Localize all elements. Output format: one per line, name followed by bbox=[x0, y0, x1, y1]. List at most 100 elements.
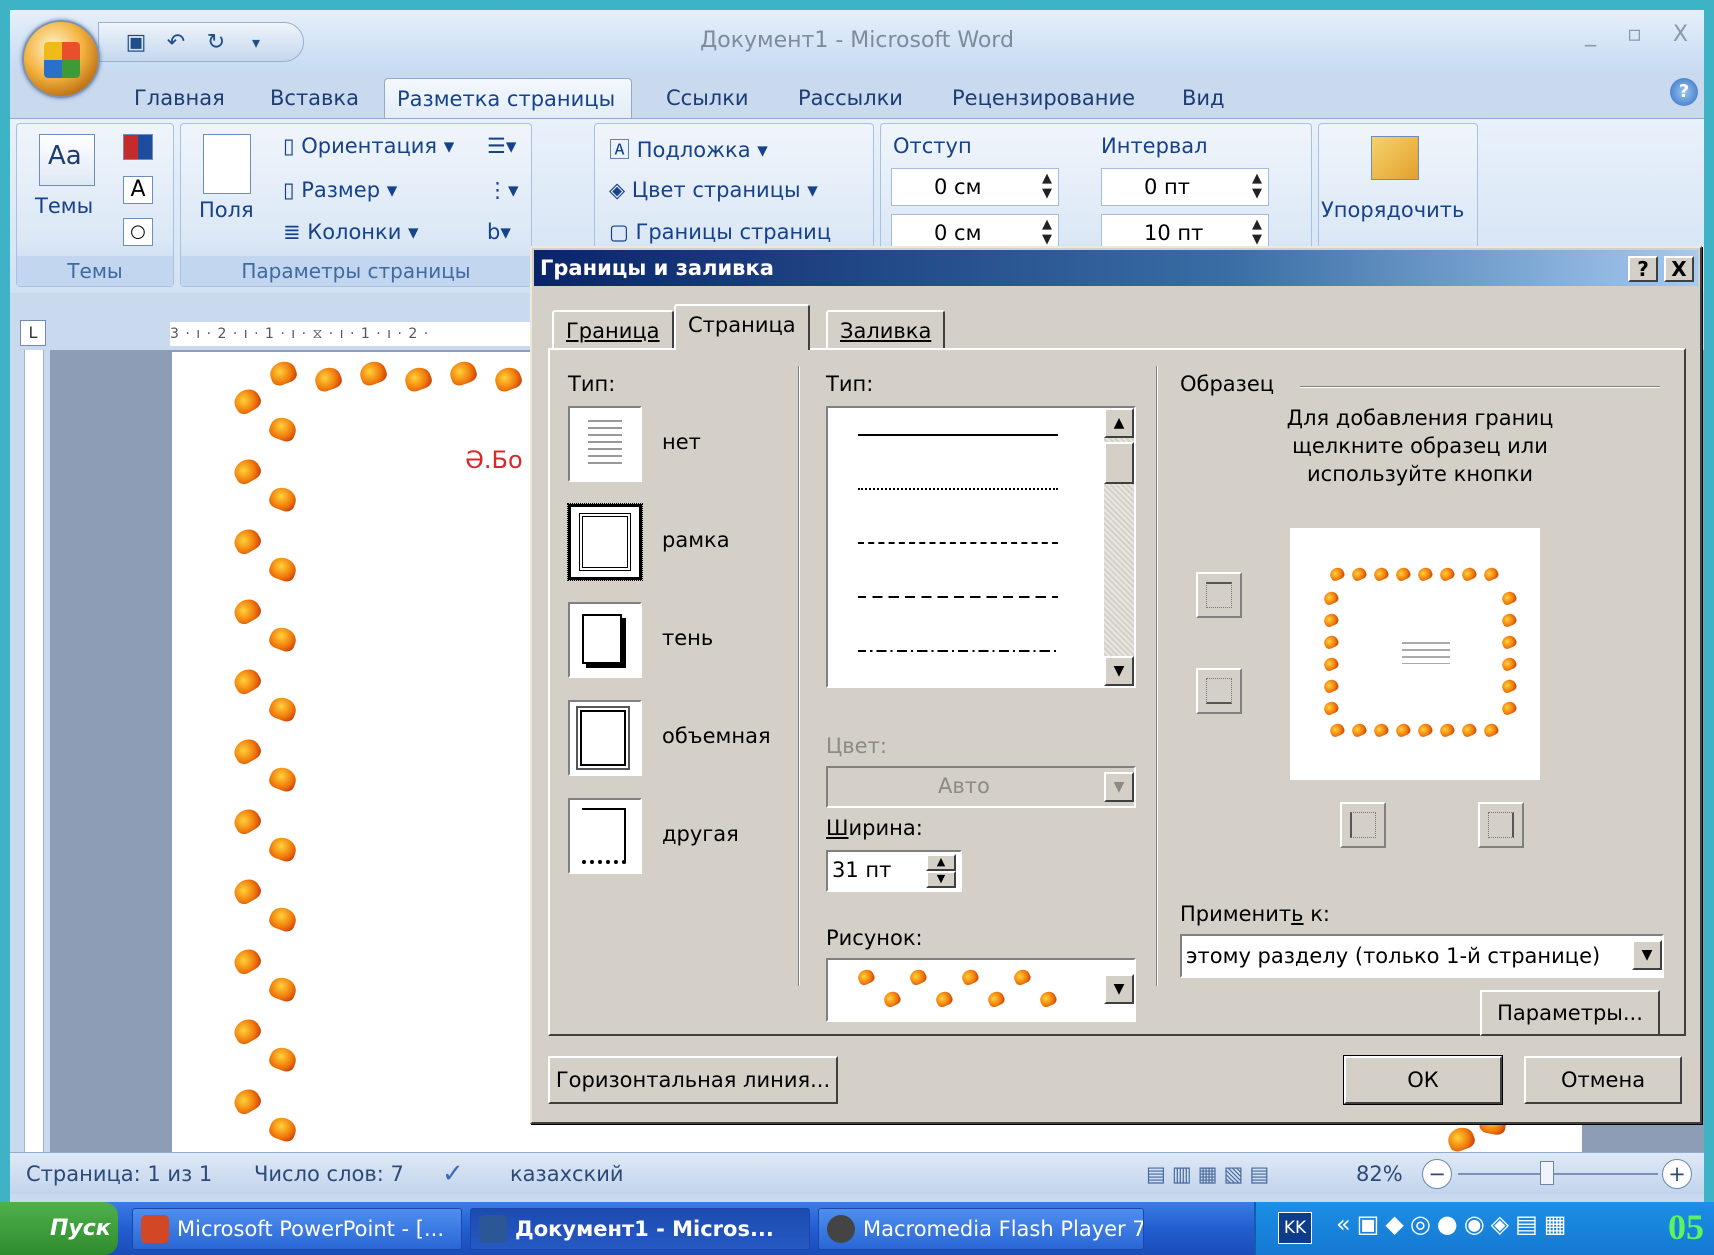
spin-arrows-icon[interactable]: ▲ ▼ bbox=[1042, 171, 1052, 201]
status-page[interactable]: Страница: 1 из 1 bbox=[26, 1153, 212, 1195]
zoom-slider-thumb[interactable] bbox=[1540, 1161, 1554, 1185]
horizontal-line-button[interactable]: Горизонтальная линия... bbox=[548, 1056, 838, 1104]
office-button[interactable] bbox=[22, 20, 100, 98]
orientation-button[interactable]: ▯ Ориентация ▾ bbox=[283, 134, 454, 158]
scroll-up-icon[interactable]: ▲ bbox=[1104, 408, 1134, 438]
setting-box-label[interactable]: рамка bbox=[662, 528, 730, 552]
line-style-list[interactable]: ▲ ▼ bbox=[826, 406, 1136, 688]
setting-3d-icon[interactable] bbox=[568, 700, 642, 776]
zoom-level[interactable]: 82% bbox=[1356, 1153, 1403, 1195]
page-borders-button[interactable]: ▢ Границы страниц bbox=[609, 220, 831, 244]
help-icon[interactable]: ? bbox=[1670, 78, 1698, 106]
setting-box-icon[interactable] bbox=[567, 503, 643, 581]
spin-down-icon[interactable]: ▼ bbox=[926, 871, 956, 888]
setting-shadow-label[interactable]: тень bbox=[662, 626, 713, 650]
spin-arrows-icon[interactable]: ▲ ▼ bbox=[1252, 171, 1262, 201]
tray-icons[interactable]: «▣◆◎●◉◈▤▦ bbox=[1336, 1210, 1572, 1238]
taskbar-item-flash[interactable]: Macromedia Flash Player 7 bbox=[818, 1208, 1144, 1250]
bottom-border-button[interactable] bbox=[1196, 668, 1242, 714]
setting-none-label[interactable]: нет bbox=[662, 430, 701, 454]
separator bbox=[1156, 366, 1158, 986]
tab-selector-icon[interactable]: L bbox=[20, 320, 46, 346]
setting-custom-icon[interactable] bbox=[568, 798, 642, 874]
tab-references[interactable]: Ссылки bbox=[654, 78, 761, 120]
status-language[interactable]: казахский bbox=[510, 1153, 624, 1195]
setting-custom-label[interactable]: другая bbox=[662, 822, 739, 846]
theme-fonts-icon[interactable]: A bbox=[123, 176, 153, 204]
theme-effects-icon[interactable]: ○ bbox=[123, 218, 153, 246]
taskbar-item-powerpoint[interactable]: Microsoft PowerPoint - [... bbox=[132, 1208, 462, 1250]
columns-button[interactable]: ≣ Колонки ▾ bbox=[283, 220, 419, 244]
line-style-dotted[interactable] bbox=[858, 488, 1058, 490]
left-border-button[interactable] bbox=[1340, 802, 1386, 848]
undo-icon[interactable]: ↶ bbox=[163, 29, 189, 55]
chevron-down-icon[interactable]: ▼ bbox=[1104, 772, 1134, 802]
margins-label[interactable]: Поля bbox=[199, 198, 254, 222]
spacing-before-field[interactable]: 0 пт ▲ ▼ bbox=[1101, 168, 1269, 206]
chevron-down-icon[interactable]: ▼ bbox=[1104, 974, 1134, 1004]
tab-view[interactable]: Вид bbox=[1170, 78, 1237, 120]
hyphenation-icon[interactable]: b▾ bbox=[487, 220, 511, 244]
tab-shading[interactable]: Заливка bbox=[826, 310, 946, 350]
breaks-icon[interactable]: ☰▾ bbox=[487, 134, 516, 158]
arrange-icon[interactable] bbox=[1371, 136, 1419, 180]
color-select[interactable]: Авто ▼ bbox=[826, 766, 1136, 808]
tab-insert[interactable]: Вставка bbox=[258, 78, 371, 120]
setting-3d-label[interactable]: объемная bbox=[662, 724, 771, 748]
zoom-in-icon[interactable]: + bbox=[1662, 1159, 1692, 1189]
theme-colors-icon[interactable] bbox=[123, 134, 153, 160]
tab-border[interactable]: Граница bbox=[552, 310, 674, 350]
close-button[interactable]: X bbox=[1664, 256, 1694, 282]
themes-label[interactable]: Темы bbox=[35, 194, 93, 218]
spin-up-icon[interactable]: ▲ bbox=[926, 854, 956, 871]
arrange-button[interactable]: Упорядочить bbox=[1321, 198, 1464, 222]
page-color-button[interactable]: ◈ Цвет страницы ▾ bbox=[609, 178, 818, 202]
line-style-solid[interactable] bbox=[858, 434, 1058, 436]
apply-to-select[interactable]: этому разделу (только 1-й странице) ▼ bbox=[1180, 934, 1664, 978]
line-numbers-icon[interactable]: ⋮▾ bbox=[487, 178, 519, 202]
help-button[interactable]: ? bbox=[1628, 256, 1658, 282]
margins-icon[interactable] bbox=[203, 134, 251, 194]
chevron-down-icon[interactable]: ▼ bbox=[1632, 940, 1662, 970]
art-select[interactable]: ▼ bbox=[826, 958, 1136, 1022]
line-style-dashed[interactable] bbox=[858, 542, 1058, 544]
top-border-button[interactable] bbox=[1196, 572, 1242, 618]
preview-page[interactable] bbox=[1290, 528, 1540, 780]
taskbar-item-word[interactable]: Документ1 - Micros... bbox=[470, 1208, 810, 1250]
customize-qat-icon[interactable]: ▾ bbox=[243, 29, 269, 55]
status-words[interactable]: Число слов: 7 bbox=[254, 1153, 404, 1195]
indent-left-field[interactable]: 0 см ▲ ▼ bbox=[891, 168, 1059, 206]
columns-label: Колонки bbox=[307, 220, 402, 244]
width-field[interactable]: 31 пт ▲ ▼ bbox=[826, 850, 962, 892]
options-button[interactable]: Параметры... bbox=[1480, 990, 1660, 1036]
tab-home[interactable]: Главная bbox=[122, 78, 237, 120]
view-buttons-icon[interactable]: ▤▥▦▧▤ bbox=[1146, 1153, 1275, 1195]
zoom-out-icon[interactable]: − bbox=[1422, 1159, 1452, 1189]
right-border-button[interactable] bbox=[1478, 802, 1524, 848]
line-style-dash-dot[interactable] bbox=[858, 650, 1058, 652]
tab-page-layout[interactable]: Разметка страницы bbox=[384, 78, 632, 120]
spin-arrows-icon[interactable]: ▲ ▼ bbox=[1042, 217, 1052, 247]
zoom-slider[interactable] bbox=[1458, 1173, 1658, 1175]
scroll-thumb[interactable] bbox=[1104, 442, 1134, 484]
spellcheck-icon[interactable]: ✓ bbox=[442, 1153, 464, 1195]
language-indicator[interactable]: KK bbox=[1278, 1212, 1312, 1244]
horizontal-ruler[interactable]: 3 · ı · 2 · ı · 1 · ı · ⧖ · ı · 1 · ı · … bbox=[170, 322, 570, 346]
save-icon[interactable]: ▣ bbox=[123, 29, 149, 55]
tab-page[interactable]: Страница bbox=[674, 304, 810, 350]
ok-button[interactable]: ОК bbox=[1343, 1055, 1503, 1105]
line-style-long-dash[interactable] bbox=[858, 596, 1058, 598]
size-button[interactable]: ▯ Размер ▾ bbox=[283, 178, 397, 202]
tab-review[interactable]: Рецензирование bbox=[940, 78, 1147, 120]
setting-none-icon[interactable] bbox=[568, 406, 642, 482]
start-button[interactable]: Пуск bbox=[0, 1202, 118, 1255]
redo-icon[interactable]: ↻ bbox=[203, 29, 229, 55]
tab-mailings[interactable]: Рассылки bbox=[786, 78, 915, 120]
window-controls[interactable]: _ ▫ X bbox=[1585, 22, 1700, 47]
scroll-down-icon[interactable]: ▼ bbox=[1104, 656, 1134, 686]
themes-icon[interactable]: Aa bbox=[39, 134, 95, 186]
cancel-button[interactable]: Отмена bbox=[1524, 1056, 1682, 1104]
setting-shadow-icon[interactable] bbox=[568, 602, 642, 678]
watermark-button[interactable]: 🄰 Подложка ▾ bbox=[609, 134, 768, 164]
spin-arrows-icon[interactable]: ▲ ▼ bbox=[1252, 217, 1262, 247]
